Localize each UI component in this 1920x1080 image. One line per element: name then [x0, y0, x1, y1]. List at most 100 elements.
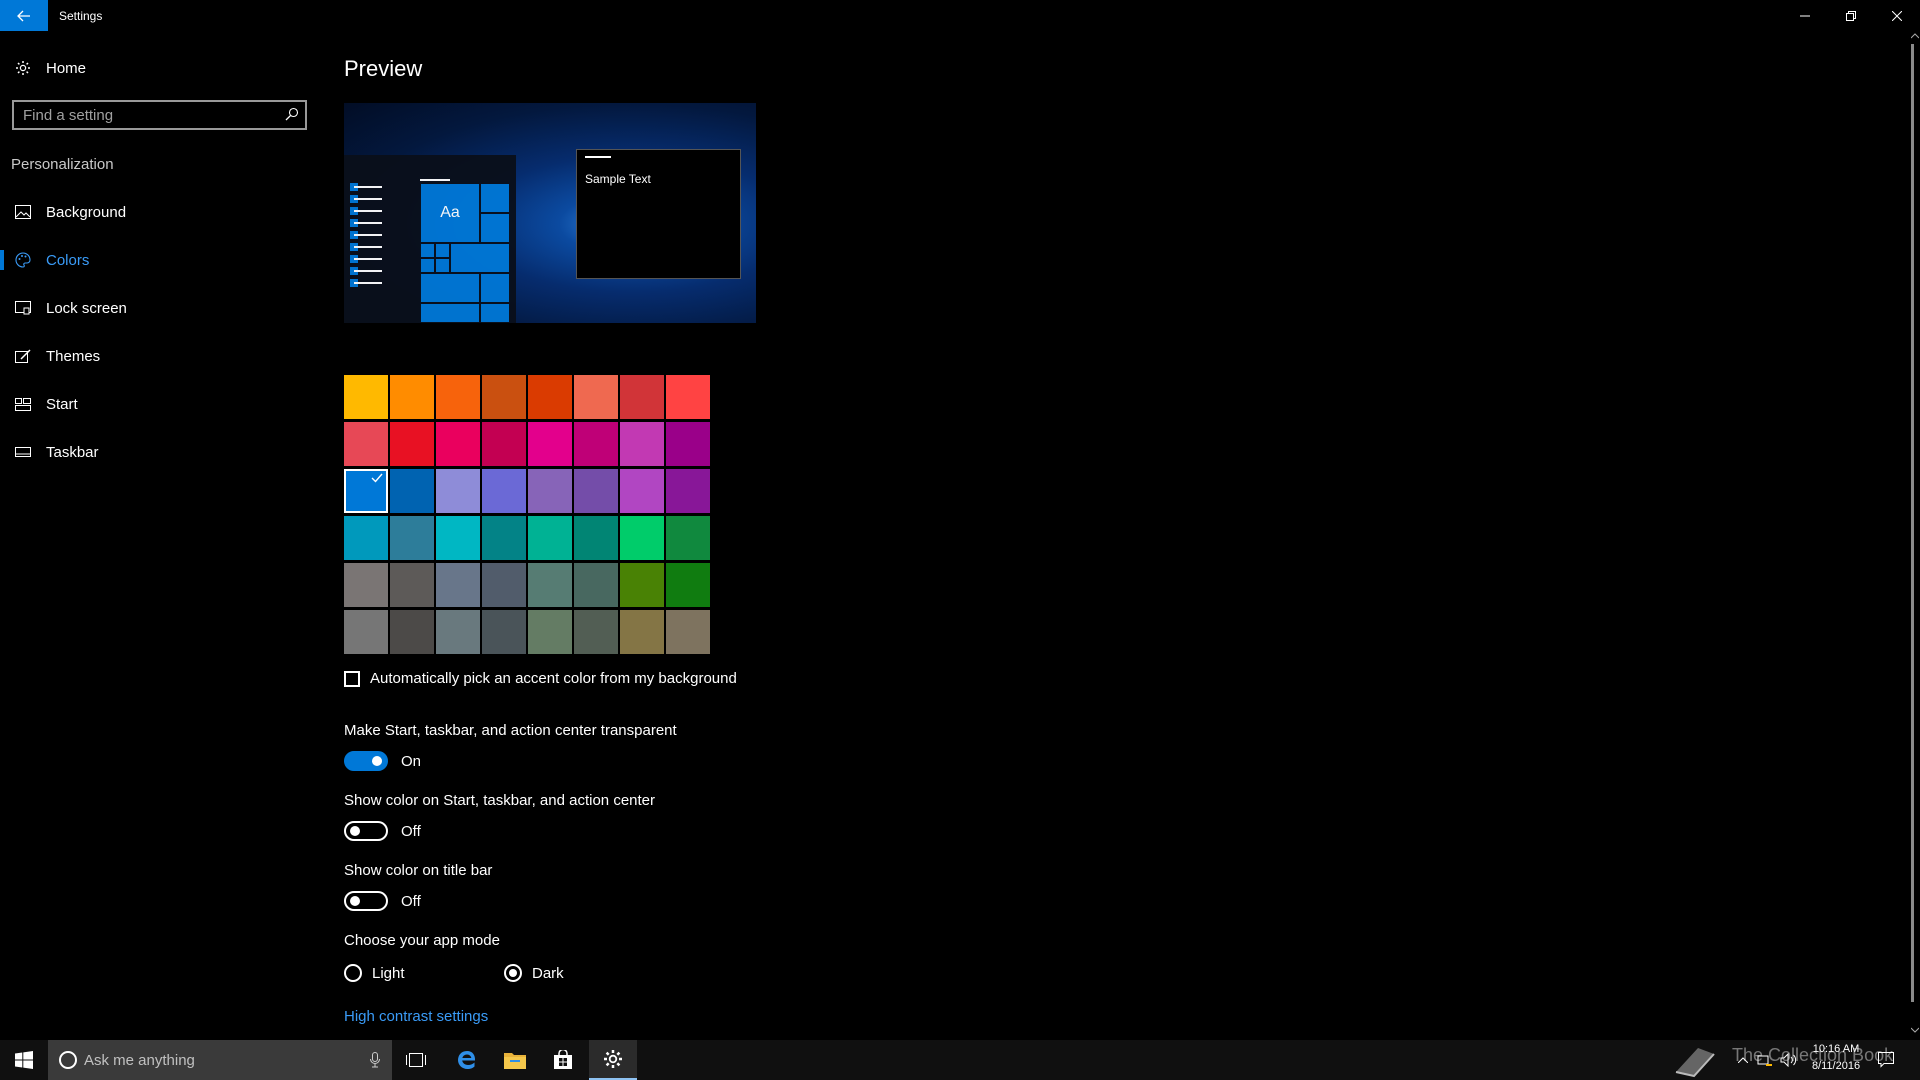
accent-color-swatch[interactable] [390, 422, 434, 466]
restore-button[interactable] [1828, 0, 1874, 31]
accent-color-swatch[interactable] [528, 422, 572, 466]
window-title: Settings [59, 9, 103, 23]
preview-tile [420, 273, 480, 303]
sidebar-item-background[interactable]: Background [0, 192, 320, 232]
accent-color-swatch[interactable] [390, 469, 434, 513]
search-box[interactable] [12, 100, 307, 130]
accent-color-swatch[interactable] [344, 516, 388, 560]
accent-color-swatch[interactable] [666, 375, 710, 419]
accent-color-swatch[interactable] [390, 563, 434, 607]
accent-color-swatch[interactable] [344, 375, 388, 419]
accent-color-swatch[interactable] [666, 469, 710, 513]
scrollbar-thumb[interactable] [1911, 44, 1914, 1002]
preview-tile [420, 243, 435, 258]
minimize-button[interactable] [1782, 0, 1828, 31]
accent-color-swatch[interactable] [390, 516, 434, 560]
accent-color-swatch[interactable] [574, 422, 618, 466]
accent-color-swatch[interactable] [482, 610, 526, 654]
back-button[interactable] [0, 0, 48, 31]
radio-dark[interactable] [504, 964, 522, 982]
microphone-icon[interactable] [370, 1052, 380, 1068]
auto-pick-accent-row[interactable]: Automatically pick an accent color from … [344, 670, 737, 687]
accent-color-swatch[interactable] [528, 516, 572, 560]
accent-color-swatch[interactable] [620, 375, 664, 419]
scroll-up-icon[interactable] [1911, 33, 1919, 39]
accent-color-swatch[interactable] [620, 469, 664, 513]
sidebar-item-colors[interactable]: Colors [0, 240, 320, 280]
radio-light[interactable] [344, 964, 362, 982]
accent-color-swatch[interactable] [344, 563, 388, 607]
accent-color-swatch-selected[interactable] [344, 469, 388, 513]
settings-taskbar-button[interactable] [589, 1040, 637, 1080]
start-button[interactable] [0, 1040, 48, 1080]
search-input[interactable] [14, 105, 275, 125]
store-button[interactable] [539, 1040, 587, 1080]
preview-tile [435, 243, 450, 258]
accent-color-swatch[interactable] [528, 563, 572, 607]
network-tray-button[interactable] [1754, 1040, 1776, 1080]
show-color-title-state: Off [401, 892, 421, 910]
sidebar-item-lock-screen[interactable]: Lock screen [0, 288, 320, 328]
accent-color-swatch[interactable] [344, 422, 388, 466]
sidebar-item-start[interactable]: Start [0, 384, 320, 424]
show-color-start-toggle[interactable] [344, 821, 388, 841]
accent-color-swatch[interactable] [620, 422, 664, 466]
edge-button[interactable] [443, 1040, 491, 1080]
volume-tray-button[interactable] [1778, 1040, 1800, 1080]
action-center-button[interactable] [1874, 1040, 1898, 1080]
accent-color-swatch[interactable] [620, 563, 664, 607]
scroll-down-icon[interactable] [1911, 1027, 1919, 1033]
accent-color-swatch[interactable] [574, 563, 618, 607]
accent-color-swatch[interactable] [436, 422, 480, 466]
preview-list-line [354, 258, 382, 260]
accent-color-swatch[interactable] [666, 563, 710, 607]
accent-color-swatch[interactable] [390, 375, 434, 419]
show-color-title-label: Show color on title bar [344, 862, 493, 879]
accent-color-swatch[interactable] [482, 375, 526, 419]
accent-color-swatch[interactable] [344, 610, 388, 654]
sidebar-item-label: Background [46, 203, 127, 221]
app-mode-light-option[interactable]: Light [344, 964, 405, 982]
accent-color-swatch[interactable] [390, 610, 434, 654]
auto-pick-accent-checkbox[interactable] [344, 670, 360, 687]
accent-color-swatch[interactable] [666, 610, 710, 654]
task-view-button[interactable] [392, 1040, 440, 1080]
cortana-icon [59, 1051, 77, 1069]
accent-color-swatch[interactable] [528, 469, 572, 513]
accent-color-swatch[interactable] [436, 563, 480, 607]
sidebar-item-themes[interactable]: Themes [0, 336, 320, 376]
show-color-title-toggle[interactable] [344, 891, 388, 911]
accent-color-swatch[interactable] [574, 469, 618, 513]
home-nav-item[interactable]: Home [0, 48, 320, 88]
accent-color-swatch[interactable] [620, 610, 664, 654]
accent-color-swatch[interactable] [436, 516, 480, 560]
transparency-toggle[interactable] [344, 751, 388, 771]
accent-color-swatch[interactable] [482, 563, 526, 607]
accent-color-swatch[interactable] [574, 516, 618, 560]
app-mode-dark-option[interactable]: Dark [504, 964, 564, 982]
accent-color-swatch[interactable] [528, 375, 572, 419]
accent-color-swatch[interactable] [482, 516, 526, 560]
accent-color-swatch[interactable] [528, 610, 572, 654]
clock-time[interactable]: 10:16 AM [1800, 1043, 1872, 1055]
accent-color-swatch[interactable] [436, 375, 480, 419]
accent-color-swatch[interactable] [482, 422, 526, 466]
clock-date[interactable]: 8/11/2016 [1800, 1060, 1872, 1072]
page-title: Preview [344, 56, 423, 81]
accent-color-swatch[interactable] [666, 516, 710, 560]
toggle-knob [372, 756, 382, 766]
accent-color-swatch[interactable] [574, 375, 618, 419]
cortana-search-box[interactable]: Ask me anything [48, 1040, 392, 1080]
file-explorer-button[interactable] [491, 1040, 539, 1080]
accent-color-swatch[interactable] [436, 469, 480, 513]
close-button[interactable] [1874, 0, 1920, 31]
accent-color-swatch[interactable] [436, 610, 480, 654]
task-view-icon [406, 1053, 426, 1067]
sidebar-item-taskbar[interactable]: Taskbar [0, 432, 320, 472]
accent-color-swatch[interactable] [482, 469, 526, 513]
show-hidden-icons-button[interactable] [1734, 1040, 1752, 1080]
accent-color-swatch[interactable] [620, 516, 664, 560]
high-contrast-link[interactable]: High contrast settings [344, 1008, 488, 1025]
accent-color-swatch[interactable] [574, 610, 618, 654]
accent-color-swatch[interactable] [666, 422, 710, 466]
